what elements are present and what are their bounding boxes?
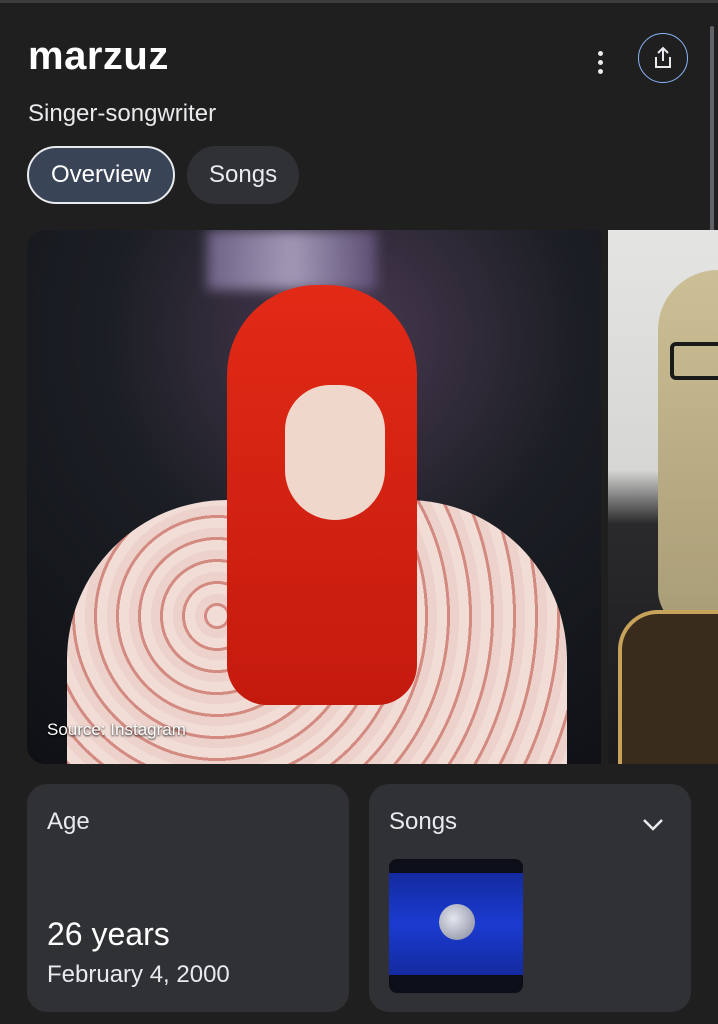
more-vert-icon [597,50,603,56]
photo-face [285,385,385,520]
top-divider [0,0,718,3]
age-value: 26 years [47,916,170,952]
photo-glasses [670,342,718,380]
moon-graphic [439,904,475,940]
chevron-down-icon[interactable] [639,812,667,836]
image-carousel[interactable]: Source: Instagram [27,230,718,765]
artist-photo-secondary[interactable] [608,230,718,764]
album-thumbnail[interactable] [389,859,523,993]
songs-label: Songs [389,808,458,835]
share-button[interactable] [638,33,688,83]
scrollbar[interactable] [710,26,714,256]
age-card[interactable]: Age 26 years February 4, 2000 [27,784,349,1012]
artist-photo-main[interactable]: Source: Instagram [27,230,601,764]
tab-overview[interactable]: Overview [27,146,176,204]
share-icon [655,46,671,68]
tab-songs[interactable]: Songs [187,146,300,204]
more-options-button[interactable] [584,44,616,80]
photo-hair-secondary [658,270,718,630]
entity-subtitle: Singer-songwriter [28,100,217,127]
birth-date: February 4, 2000 [47,961,230,988]
photo-guitar [618,610,718,764]
tab-bar: Overview Songs [27,146,300,204]
background-light [207,230,377,290]
age-label: Age [47,808,90,835]
entity-title: marzuz [28,34,169,78]
songs-card[interactable]: Songs [369,784,691,1012]
image-source-label: Source: Instagram [47,720,186,739]
